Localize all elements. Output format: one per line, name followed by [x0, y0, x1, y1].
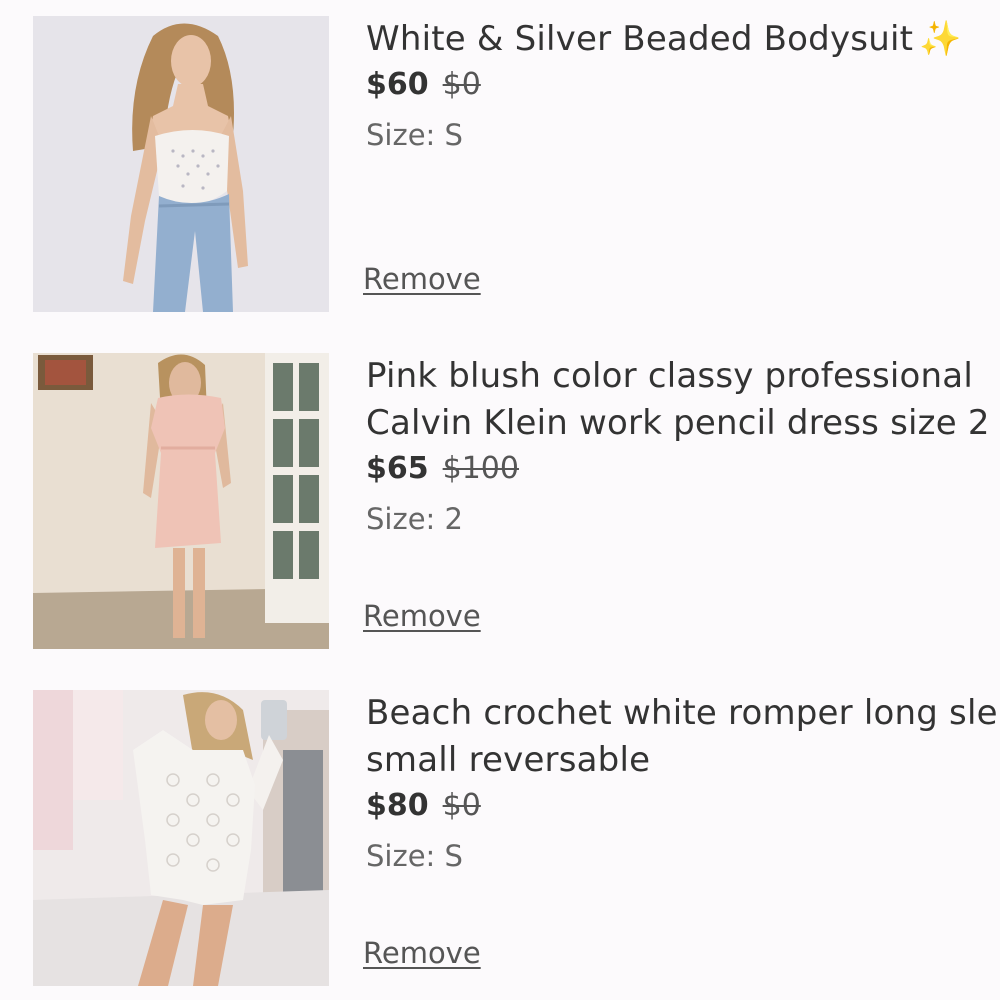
cart-item-list: White & Silver Beaded Bodysuit ✨ $60 $0 Si… — [0, 0, 1000, 1000]
item-size: Size: S — [366, 118, 463, 152]
list-item: Pink blush color classy professional Cal… — [0, 351, 1000, 651]
crochet-romper-photo — [33, 690, 329, 986]
item-original-price: $100 — [442, 451, 519, 486]
item-price: $65 — [366, 451, 429, 486]
list-item: Beach crochet white romper long sle smal… — [0, 688, 1000, 988]
item-title[interactable]: White & Silver Beaded Bodysuit ✨ — [366, 16, 1000, 63]
item-title-text: Pink blush color classy professional Cal… — [366, 356, 990, 443]
item-title[interactable]: Pink blush color classy professional Cal… — [366, 353, 1000, 447]
item-price: $80 — [366, 788, 429, 823]
product-image[interactable] — [33, 16, 329, 312]
item-title-text: White & Silver Beaded Bodysuit — [366, 19, 914, 59]
item-info: White & Silver Beaded Bodysuit ✨ $60 $0 Si… — [363, 14, 1000, 314]
remove-button[interactable]: Remove — [363, 599, 481, 633]
product-image[interactable] — [33, 690, 329, 986]
item-original-price: $0 — [442, 67, 481, 102]
pink-dress-photo — [33, 353, 329, 649]
item-price: $60 — [366, 67, 429, 102]
sparkles-icon: ✨ — [919, 19, 962, 59]
item-original-price: $0 — [442, 788, 481, 823]
remove-button[interactable]: Remove — [363, 936, 481, 970]
item-title[interactable]: Beach crochet white romper long sle smal… — [366, 690, 1000, 784]
bodysuit-photo — [33, 16, 329, 312]
price-row: $60 $0 — [366, 65, 1000, 105]
list-item: White & Silver Beaded Bodysuit ✨ $60 $0 Si… — [0, 14, 1000, 314]
item-info: Beach crochet white romper long sle smal… — [363, 688, 1000, 988]
price-row: $80 $0 — [366, 786, 1000, 826]
price-row: $65 $100 — [366, 449, 1000, 489]
product-image[interactable] — [33, 353, 329, 649]
item-size: Size: 2 — [366, 502, 463, 536]
item-info: Pink blush color classy professional Cal… — [363, 351, 1000, 651]
remove-button[interactable]: Remove — [363, 262, 481, 296]
item-title-text: Beach crochet white romper long sle smal… — [366, 693, 998, 780]
item-size: Size: S — [366, 839, 463, 873]
